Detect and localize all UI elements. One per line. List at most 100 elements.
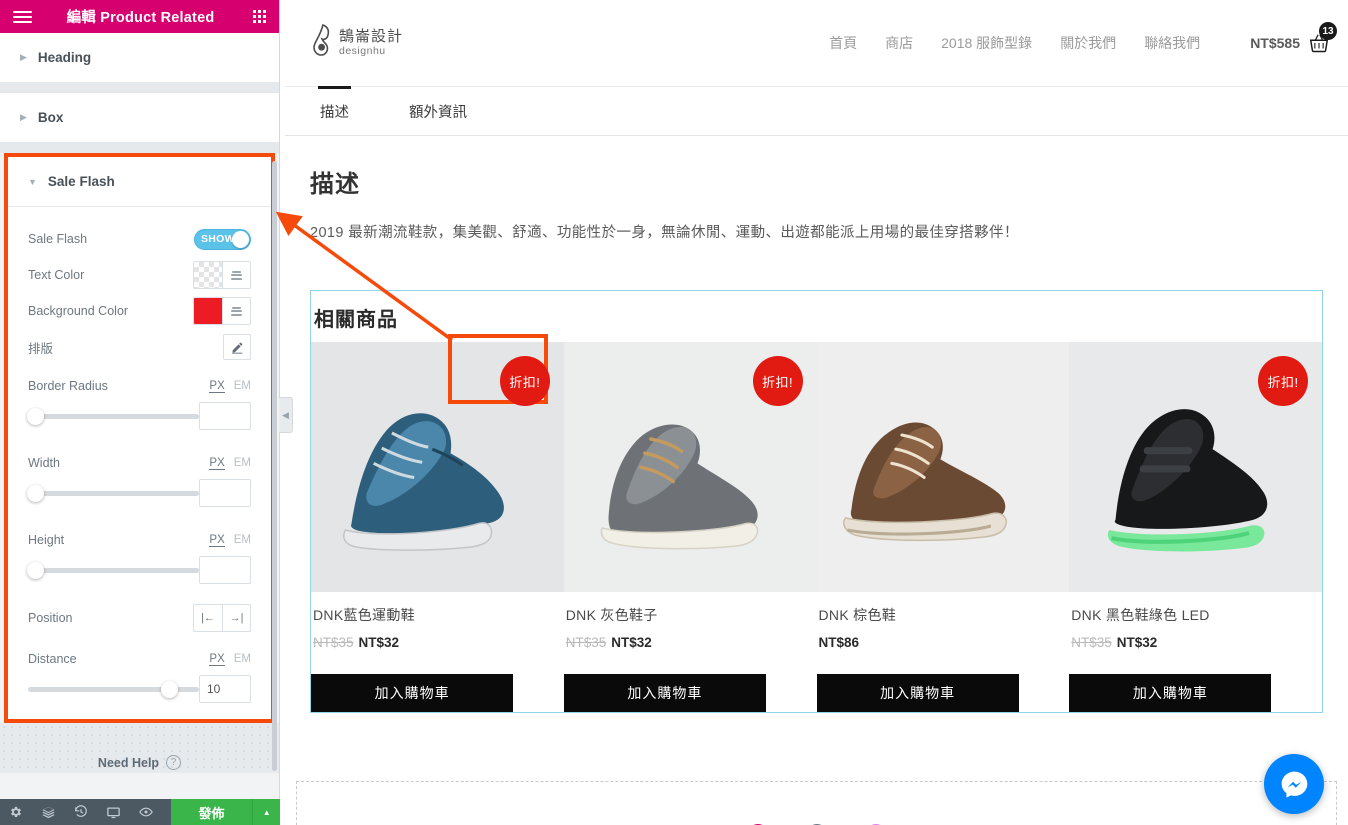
- nav-item-catalog[interactable]: 2018 服飾型錄: [941, 33, 1032, 53]
- control-position: Position |← →|: [28, 600, 251, 636]
- history-icon[interactable]: [65, 799, 98, 825]
- hamburger-icon[interactable]: [13, 10, 32, 23]
- chevron-right-icon: ▶: [20, 112, 27, 122]
- height-input[interactable]: [199, 556, 251, 584]
- border-radius-input[interactable]: [199, 402, 251, 430]
- unit-switcher: PX EM: [209, 534, 251, 547]
- slider-knob[interactable]: [27, 484, 44, 502]
- sale-badge: 折扣!: [752, 356, 803, 406]
- distance-input[interactable]: [199, 675, 251, 703]
- cart-widget[interactable]: NT$585 13: [1250, 22, 1337, 54]
- sidebar-item-label: Sale Flash: [47, 174, 115, 189]
- control-sale-flash-toggle: Sale Flash SHOW: [28, 221, 251, 257]
- nav-item-shop[interactable]: 商店: [885, 33, 913, 53]
- price-sale: NT$32: [611, 635, 652, 650]
- unit-em[interactable]: EM: [234, 653, 251, 666]
- chevron-right-icon: ▶: [20, 52, 27, 62]
- responsive-mode-icon[interactable]: [98, 799, 131, 825]
- price-sale: NT$32: [358, 635, 400, 650]
- unit-em[interactable]: EM: [234, 534, 251, 547]
- align-left-icon[interactable]: |←: [194, 605, 222, 631]
- unit-px[interactable]: PX: [209, 534, 225, 547]
- distance-slider[interactable]: [28, 680, 199, 698]
- width-slider[interactable]: [27, 484, 199, 502]
- product-card: 折扣! DNK 黑色鞋綠色 LED NT$35 NT$32 加入購物車: [1069, 342, 1322, 712]
- product-name[interactable]: DNK 黑色鞋綠色 LED: [1069, 592, 1322, 625]
- add-to-cart-button[interactable]: 加入購物車: [1069, 674, 1272, 712]
- product-image[interactable]: [816, 342, 1070, 592]
- switch-knob: [232, 230, 249, 248]
- publish-button[interactable]: 發佈: [170, 799, 253, 825]
- background-color-swatch[interactable]: [194, 298, 222, 324]
- add-to-cart-button[interactable]: 加入購物車: [563, 674, 766, 712]
- tab-description[interactable]: 描述: [310, 86, 369, 135]
- price-sale: NT$32: [1116, 635, 1158, 650]
- site-nav: 首頁 商店 2018 服飾型錄 關於我們 聯絡我們 NT$585 13: [829, 22, 1337, 54]
- sale-badge: 折扣!: [499, 356, 550, 406]
- slider-knob[interactable]: [27, 561, 44, 579]
- messenger-glyph: [1281, 771, 1307, 798]
- layers-icon[interactable]: [33, 799, 66, 825]
- nav-item-contact[interactable]: 聯絡我們: [1144, 33, 1200, 53]
- site-logo[interactable]: 鵠崙設計 designhu: [310, 23, 403, 63]
- add-to-cart-button[interactable]: 加入購物車: [311, 674, 514, 712]
- control-border-radius: Border Radius PX EM: [28, 375, 251, 393]
- unit-px[interactable]: PX: [209, 380, 225, 393]
- control-width: Width PX EM: [28, 452, 251, 470]
- grid-apps-icon[interactable]: [253, 10, 266, 23]
- control-label: Width: [28, 456, 60, 470]
- product-name[interactable]: DNK藍色運動鞋: [311, 592, 564, 625]
- add-to-cart-button[interactable]: 加入購物車: [816, 674, 1019, 712]
- background-color-global-icon[interactable]: [222, 298, 250, 324]
- price-sale: NT$86: [818, 635, 860, 650]
- border-radius-slider[interactable]: [27, 407, 199, 425]
- logo-chinese: 鵠崙設計: [339, 28, 404, 46]
- need-help-button[interactable]: Need Help ?: [98, 755, 182, 770]
- description-heading: 描述: [310, 171, 360, 198]
- sidebar-item-sale-flash[interactable]: ▼ Sale Flash: [8, 157, 271, 207]
- background-color-picker: [193, 297, 251, 325]
- panel-body: ▶ Heading ▶ Box ▼ Sale Flash Sale Flash: [0, 33, 279, 799]
- unit-em[interactable]: EM: [234, 457, 251, 470]
- sale-flash-controls: Sale Flash SHOW Text Color Background Co…: [8, 207, 271, 719]
- text-color-global-icon[interactable]: [222, 262, 250, 288]
- width-input[interactable]: [199, 479, 251, 507]
- sale-flash-switch[interactable]: SHOW: [194, 228, 251, 250]
- chevron-up-icon[interactable]: ▲: [252, 799, 280, 825]
- product-name[interactable]: DNK 棕色鞋: [817, 592, 1070, 625]
- product-card: 折扣! DNK藍色運動鞋 NT$35 NT$32 加入購物車: [311, 342, 564, 712]
- gear-icon[interactable]: [0, 799, 33, 825]
- position-switcher: |← →|: [193, 604, 251, 632]
- brown-shoe-image: [816, 342, 1070, 592]
- tab-additional-info[interactable]: 額外資訊: [399, 87, 487, 135]
- empty-section-placeholder[interactable]: [296, 781, 1337, 825]
- sidebar-item-heading[interactable]: ▶ Heading: [0, 33, 279, 83]
- pencil-icon[interactable]: [223, 334, 251, 360]
- product-price: NT$86: [817, 625, 1070, 650]
- product-name[interactable]: DNK 灰色鞋子: [564, 592, 817, 625]
- align-right-icon[interactable]: →|: [222, 605, 250, 631]
- control-typography: 排版: [28, 329, 251, 365]
- price-original: NT$35: [565, 635, 607, 650]
- control-label: Border Radius: [28, 379, 108, 393]
- unit-px[interactable]: PX: [209, 653, 225, 666]
- height-slider[interactable]: [27, 561, 199, 579]
- control-label: Background Color: [28, 304, 129, 318]
- preview-eye-icon[interactable]: [130, 799, 163, 825]
- product-tabs: 描述 額外資訊: [285, 86, 1348, 136]
- unit-px[interactable]: PX: [209, 457, 225, 470]
- slider-knob[interactable]: [161, 680, 179, 698]
- price-original: NT$35: [1071, 635, 1112, 650]
- product-price: NT$35 NT$32: [311, 625, 564, 650]
- panel-footer-toolbar: 發佈 ▲: [0, 799, 280, 825]
- sidebar-item-box[interactable]: ▶ Box: [0, 93, 279, 143]
- panel-scrollbar[interactable]: [272, 161, 277, 771]
- unit-em[interactable]: EM: [234, 380, 251, 393]
- nav-item-about[interactable]: 關於我們: [1060, 33, 1116, 53]
- text-color-swatch[interactable]: [194, 262, 222, 288]
- nav-item-home[interactable]: 首頁: [829, 33, 857, 53]
- facebook-messenger-icon[interactable]: [1264, 754, 1324, 814]
- slider-knob[interactable]: [27, 407, 44, 425]
- panel-collapse-handle[interactable]: ◀: [279, 397, 293, 433]
